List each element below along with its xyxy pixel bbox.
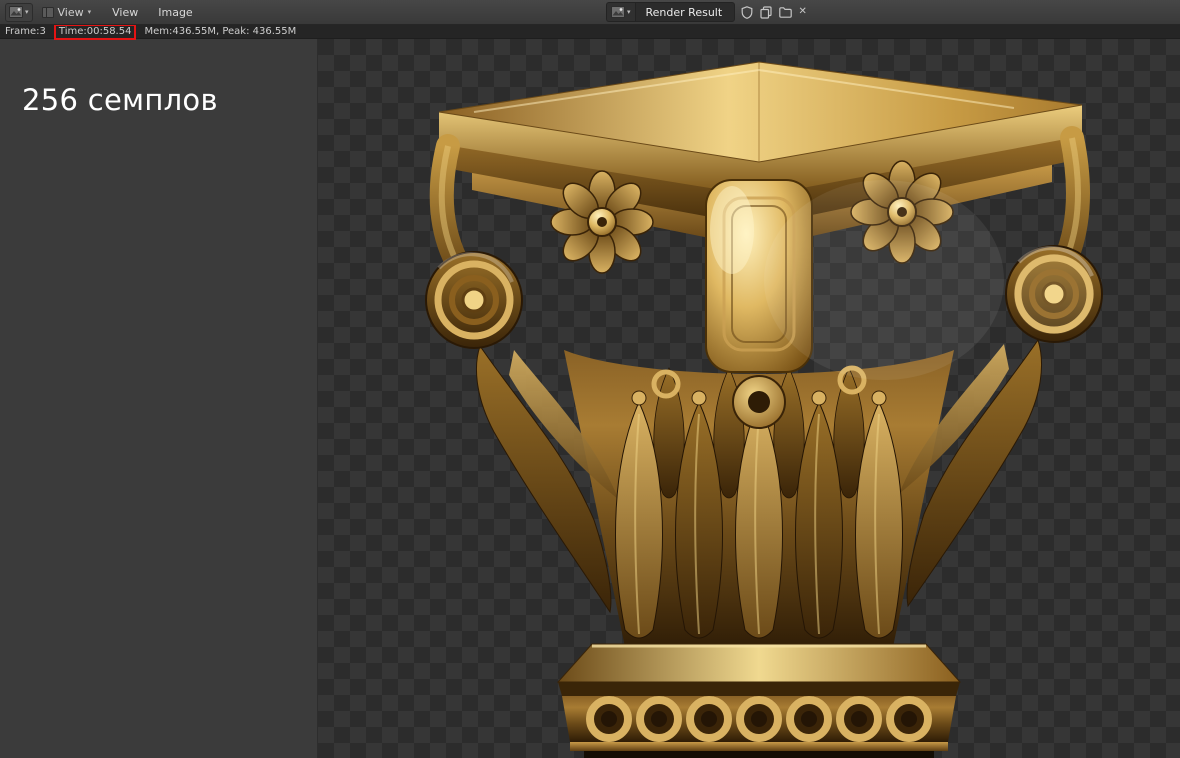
browse-image-button[interactable]: ▾ — [606, 2, 635, 22]
render-stats-bar: Frame:3 Time:00:58.54 Mem:436.55M, Peak:… — [0, 25, 1180, 39]
copy-icon — [760, 6, 772, 19]
close-icon: ✕ — [799, 7, 807, 17]
empty-image-panel: 256 семплов — [0, 39, 318, 758]
chevron-down-icon: ▾ — [627, 9, 631, 16]
chevron-down-icon: ▾ — [25, 9, 29, 16]
fake-user-button[interactable] — [738, 3, 756, 22]
render-result-canvas[interactable] — [318, 39, 1180, 758]
screen-layout-selector[interactable]: View ▾ — [37, 3, 97, 22]
blender-render-window: ▾ View ▾ View Image ▾ Render Res — [0, 0, 1180, 758]
image-icon — [611, 6, 625, 18]
image-editor-main: 256 семплов — [0, 39, 1180, 758]
datablock-actions: ✕ — [738, 2, 810, 22]
open-image-button[interactable] — [776, 3, 795, 22]
editor-type-button[interactable]: ▾ — [5, 3, 33, 22]
image-datablock: ▾ Render Result — [606, 2, 810, 22]
frame-stat: Frame:3 — [5, 26, 46, 37]
screen-layout-icon — [42, 7, 54, 18]
menu-image[interactable]: Image — [148, 0, 202, 25]
samples-annotation: 256 семплов — [22, 83, 317, 117]
menu-view[interactable]: View — [102, 0, 148, 25]
time-stat-annotated: Time:00:58.54 — [54, 24, 137, 40]
screen-layout-label: View — [58, 6, 84, 19]
image-name-field[interactable]: Render Result — [635, 2, 735, 22]
new-image-button[interactable] — [757, 3, 775, 22]
memory-stat: Mem:436.55M, Peak: 436.55M — [144, 26, 296, 37]
capital-base — [558, 644, 960, 758]
rendered-capital-image — [414, 50, 1104, 758]
unlink-image-button[interactable]: ✕ — [796, 3, 810, 22]
folder-icon — [779, 7, 792, 18]
image-editor-header: ▾ View ▾ View Image ▾ Render Res — [0, 0, 1180, 25]
shield-icon — [741, 6, 753, 19]
header-menus: View Image — [102, 0, 203, 25]
image-editor-icon — [9, 6, 23, 18]
chevron-down-icon: ▾ — [88, 9, 92, 16]
